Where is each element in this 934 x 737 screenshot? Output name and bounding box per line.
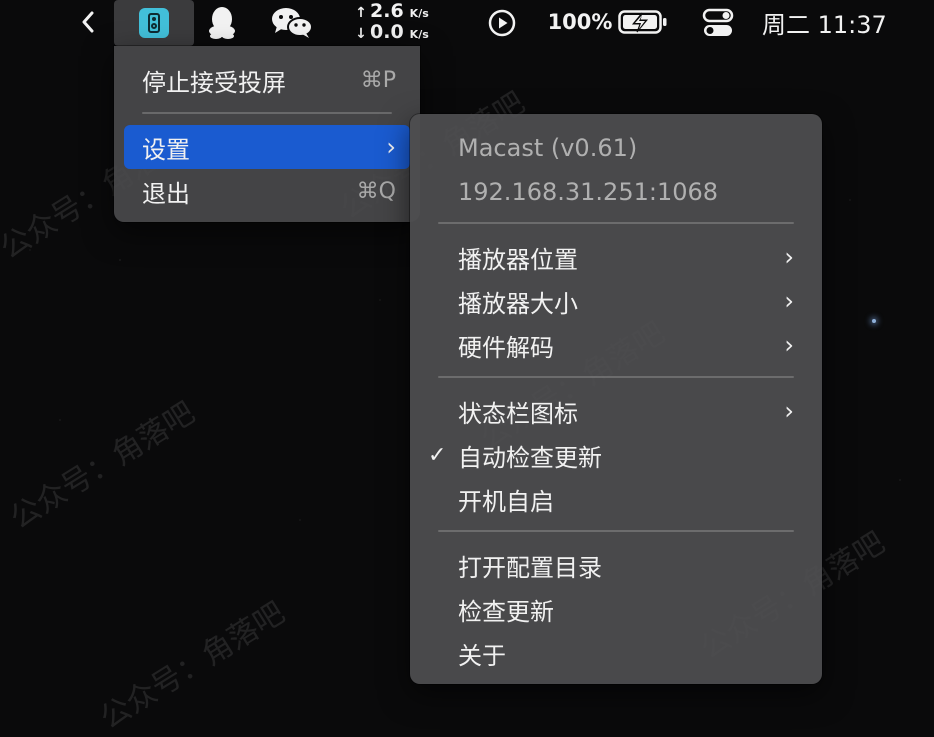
upload-speed-value: 2.6	[370, 0, 404, 22]
control-center-icon[interactable]	[700, 6, 736, 40]
menu-item-label: 打开配置目录	[458, 553, 602, 582]
chevron-right-icon: ›	[784, 331, 794, 359]
menu-item-hardware-decode[interactable]: 硬件解码 ›	[458, 325, 794, 365]
menu-item-label: 检查更新	[458, 597, 554, 626]
menu-item-settings[interactable]: 设置 ›	[142, 127, 396, 167]
network-speed-monitor[interactable]: ↑ 2.6 K/s ↓ 0.0 K/s	[352, 2, 444, 44]
download-speed-unit: K/s	[409, 28, 429, 41]
menu-item-check-update[interactable]: 检查更新	[458, 589, 794, 629]
watermark-text: 公众号：角落吧	[94, 595, 291, 737]
menu-item-label: 开机自启	[458, 487, 554, 516]
shortcut-label: ⌘Q	[356, 178, 396, 204]
menu-item-quit[interactable]: 退出 ⌘Q	[142, 171, 396, 211]
menu-separator	[438, 222, 794, 224]
settings-submenu: Macast (v0.61) 192.168.31.251:1068 播放器位置…	[410, 114, 822, 684]
macast-app-icon	[139, 8, 169, 38]
chevron-right-icon: ›	[784, 287, 794, 315]
menu-item-statusbar-icon[interactable]: 状态栏图标 ›	[458, 391, 794, 431]
battery-percentage[interactable]: 100%	[548, 6, 613, 38]
clock[interactable]: 周二 11:37	[762, 4, 902, 40]
battery-charging-icon[interactable]	[618, 9, 668, 35]
menu-item-open-config-dir[interactable]: 打开配置目录	[458, 545, 794, 585]
menu-item-about[interactable]: 关于	[458, 633, 794, 673]
menu-item-stop-casting[interactable]: 停止接受投屏 ⌘P	[142, 60, 396, 100]
shortcut-label: ⌘P	[360, 67, 396, 93]
macast-status-button[interactable]	[114, 0, 194, 46]
menu-bar: ↑ 2.6 K/s ↓ 0.0 K/s 100% 周二 11:37	[0, 0, 934, 46]
menu-item-player-size[interactable]: 播放器大小 ›	[458, 281, 794, 321]
chevron-right-icon: ›	[784, 397, 794, 425]
download-speed-value: 0.0	[370, 21, 404, 43]
menu-item-label: 关于	[458, 641, 506, 670]
menu-item-player-position[interactable]: 播放器位置 ›	[458, 237, 794, 277]
bright-star	[872, 319, 876, 323]
upload-arrow-icon: ↑	[355, 5, 367, 21]
menu-item-label: 播放器位置	[458, 245, 578, 274]
download-arrow-icon: ↓	[355, 26, 367, 42]
menu-item-label: 状态栏图标	[458, 399, 578, 428]
menu-item-label: 自动检查更新	[458, 443, 602, 472]
menu-separator	[438, 376, 794, 378]
menu-item-label: 硬件解码	[458, 333, 554, 362]
chevron-left-icon[interactable]	[78, 6, 98, 38]
menu-item-label: 退出	[142, 179, 190, 208]
watermark-text: 公众号：角落吧	[4, 395, 201, 537]
checkmark-icon: ✓	[428, 442, 447, 468]
chevron-right-icon: ›	[784, 243, 794, 271]
menu-item-launch-at-login[interactable]: 开机自启	[458, 479, 794, 519]
menu-item-label: 停止接受投屏	[142, 68, 286, 97]
menu-separator	[142, 112, 392, 114]
app-version-label: Macast (v0.61)	[458, 134, 638, 162]
wechat-icon[interactable]	[270, 5, 314, 41]
menu-item-label: 设置	[142, 135, 190, 164]
play-circle-icon[interactable]	[486, 7, 518, 39]
menu-item-label: 播放器大小	[458, 289, 578, 318]
chevron-right-icon: ›	[386, 133, 396, 161]
menu-item-auto-check-update[interactable]: ✓ 自动检查更新	[428, 435, 794, 475]
upload-speed-unit: K/s	[409, 7, 429, 20]
server-address-label: 192.168.31.251:1068	[458, 178, 719, 206]
qq-icon[interactable]	[204, 4, 240, 40]
macast-menu: 停止接受投屏 ⌘P 设置 › 退出 ⌘Q	[114, 46, 420, 222]
menu-separator	[438, 530, 794, 532]
